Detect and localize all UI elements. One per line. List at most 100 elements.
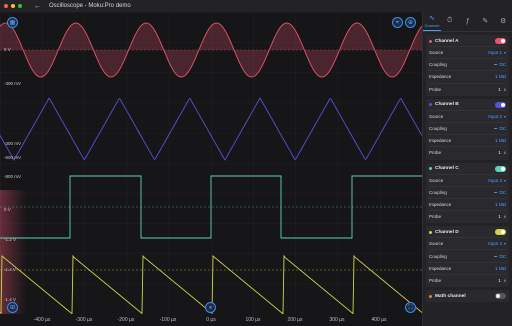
math-channel-dot [429, 294, 432, 298]
coupling-value[interactable]: DC [500, 62, 507, 67]
pause-button[interactable]: ⏸ [205, 302, 216, 313]
y-label-c-top: -800 mV [4, 174, 22, 179]
waveform-icon: ∿ [428, 14, 435, 22]
tab-probe[interactable]: ✎ [476, 11, 494, 31]
channel-color-dot [429, 230, 432, 234]
impedance-label: Impedance [429, 138, 452, 144]
probe-label: Probe [429, 86, 442, 92]
channel-list: Channel A Source Input 1 ▾ Coupling ⎓ DC Impeda… [423, 35, 512, 287]
tab-channel-label: Channel [424, 22, 440, 28]
probe-value[interactable]: 1 [498, 214, 501, 219]
channel-enable-toggle[interactable] [495, 101, 506, 108]
channel-color-dot [429, 167, 432, 170]
coupling-value[interactable]: DC [500, 254, 507, 259]
fullscreen-button[interactable]: ⛶ [405, 302, 416, 313]
y-label-a-bottom: -300 mV [4, 81, 22, 86]
probe-icon: ✎ [482, 18, 489, 25]
x-tick: -200 µs [117, 317, 135, 323]
x-tick: 400 µs [371, 317, 387, 323]
channel-name: Channel D [435, 229, 459, 235]
chevron-down-icon[interactable]: ▾ [504, 178, 506, 183]
coupling-label: Coupling [429, 126, 447, 132]
math-channel-name: Math channel [435, 293, 466, 299]
source-row: Source Input 3 ▾ [429, 173, 506, 186]
coupling-label: Coupling [429, 189, 447, 195]
x-tick: -100 µs [159, 317, 177, 323]
source-select[interactable]: Input 2 [488, 114, 502, 119]
coupling-value[interactable]: DC [500, 190, 507, 195]
close-window-button[interactable] [4, 4, 8, 8]
dc-coupling-icon: ⎓ [493, 126, 498, 132]
probe-value[interactable]: 1 [498, 87, 501, 92]
cursor-icon: ⌖ [395, 19, 400, 26]
impedance-value[interactable]: 1 MΩ [495, 74, 506, 79]
source-select[interactable]: Input 3 [488, 178, 502, 183]
zoom-button[interactable]: ⊕ [405, 17, 416, 28]
maximize-window-button[interactable] [18, 4, 22, 8]
impedance-value[interactable]: 1 MΩ [495, 138, 506, 143]
impedance-label: Impedance [429, 201, 452, 207]
math-channel-panel: Math channel [426, 290, 509, 302]
impedance-value[interactable]: 1 MΩ [495, 266, 506, 271]
settings-icon: ⚙ [499, 18, 507, 25]
channel-enable-toggle[interactable] [495, 229, 506, 236]
oscilloscope-plot[interactable]: 0 V -300 mV -300 mV -600 mV -800 mV 0 V … [0, 12, 422, 314]
channel-color-dot [429, 39, 432, 43]
y-label-c-bottom: -1.2 V [4, 237, 17, 242]
minimize-window-button[interactable] [11, 4, 15, 8]
probe-value[interactable]: 1 [498, 278, 501, 283]
autoscale-button[interactable]: ⊞ [7, 302, 18, 313]
tab-settings[interactable]: ⚙ [494, 11, 512, 31]
x-axis: -400 µs -300 µs -200 µs -100 µs 0 µs 100… [0, 314, 422, 326]
y-label-d-top: -1.4 V [4, 267, 17, 272]
probe-suffix: x [503, 86, 506, 92]
chevron-down-icon[interactable]: ▾ [504, 114, 506, 119]
x-tick: -400 µs [33, 317, 51, 323]
coupling-value[interactable]: DC [500, 126, 507, 131]
x-tick: 200 µs [287, 317, 303, 323]
timer-icon: ⏱ [446, 17, 453, 24]
probe-label: Probe [429, 214, 442, 220]
impedance-row: Impedance 1 MΩ [429, 261, 506, 274]
coupling-label: Coupling [429, 62, 447, 68]
autoscale-icon: ⊞ [9, 304, 16, 311]
grid-layout-button[interactable]: ▦ [7, 17, 18, 28]
cursor-add-button[interactable]: ⌖ [392, 17, 403, 28]
tab-math[interactable]: ƒ [459, 11, 477, 31]
source-label: Source [429, 50, 444, 56]
x-tick: 100 µs [245, 317, 261, 323]
channel-panel: Channel A Source Input 1 ▾ Coupling ⎓ DC Impeda… [426, 35, 509, 96]
probe-value[interactable]: 1 [498, 150, 501, 155]
channel-panel: Channel B Source Input 2 ▾ Coupling ⎓ DC Impeda… [426, 98, 509, 160]
math-channel-toggle[interactable] [495, 293, 506, 299]
chevron-down-icon[interactable]: ▾ [504, 241, 506, 246]
pause-icon: ⏸ [208, 304, 212, 311]
source-select[interactable]: Input 4 [488, 241, 502, 246]
coupling-row: Coupling ⎓ DC [429, 249, 506, 261]
x-tick: -300 µs [75, 317, 93, 323]
probe-label: Probe [429, 150, 442, 156]
window-controls [4, 4, 22, 8]
channel-panel: Channel D Source Input 4 ▾ Coupling ⎓ DC Impeda… [426, 226, 509, 287]
tab-timebase[interactable]: ⏱ [441, 11, 459, 31]
source-label: Source [429, 241, 444, 247]
source-row: Source Input 2 ▾ [429, 109, 506, 122]
probe-label: Probe [429, 277, 442, 283]
impedance-value[interactable]: 1 MΩ [495, 202, 506, 207]
probe-suffix: x [503, 150, 506, 156]
plot-svg [0, 12, 422, 314]
source-label: Source [429, 113, 444, 119]
channel-enable-toggle[interactable] [495, 165, 506, 172]
channel-color-dot [429, 103, 432, 107]
function-icon: ƒ [465, 17, 470, 25]
window-title: Oscilloscope - Moku:Pro demo [49, 3, 131, 9]
channel-enable-toggle[interactable] [495, 38, 506, 44]
source-select[interactable]: Input 1 [488, 50, 502, 55]
channel-panel: Channel C Source Input 3 ▾ Coupling ⎓ DC Impeda… [426, 162, 509, 224]
dc-coupling-icon: ⎓ [493, 253, 498, 259]
chevron-down-icon[interactable]: ▾ [504, 50, 506, 55]
tab-channel[interactable]: ∿ Channel [423, 11, 441, 31]
probe-row: Probe 1 x [429, 82, 506, 95]
source-label: Source [429, 177, 444, 183]
arrow-left-icon[interactable]: ← [34, 3, 41, 10]
